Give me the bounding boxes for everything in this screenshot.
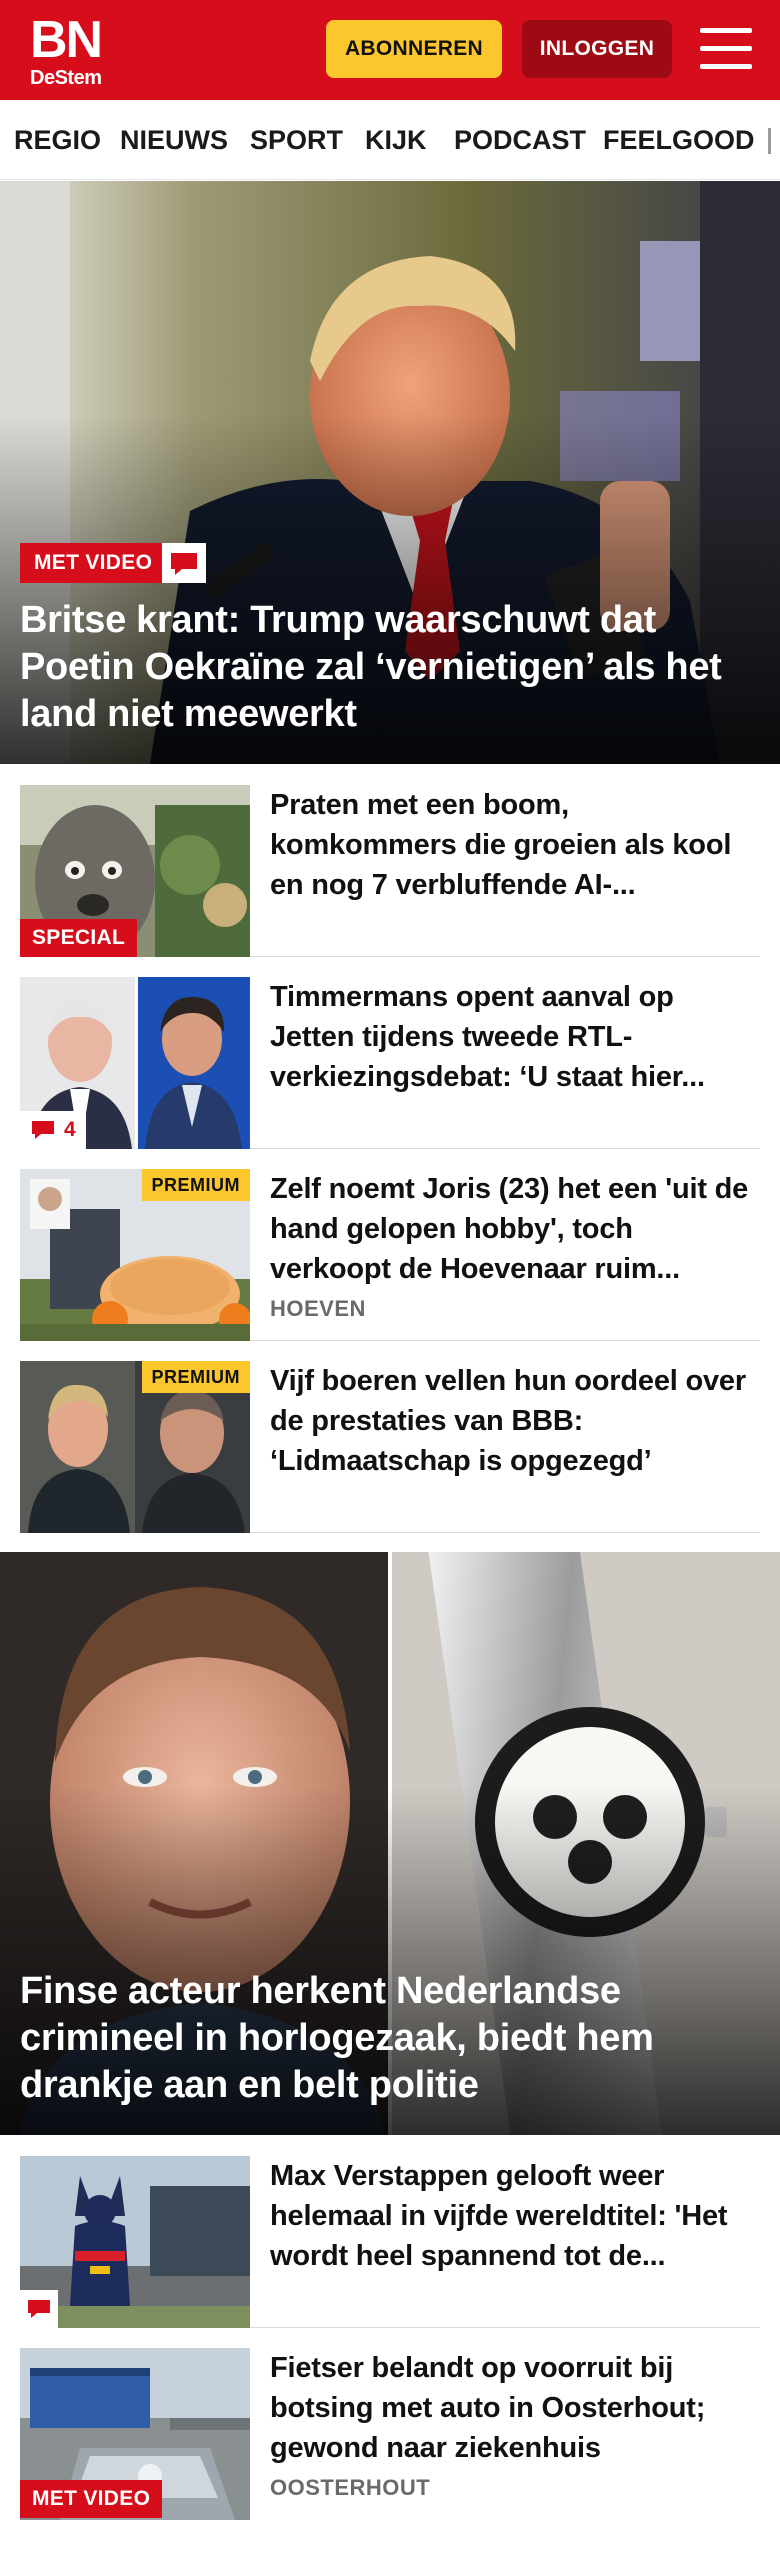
- comment-icon: [28, 2300, 50, 2318]
- video-badge: MET VIDEO: [20, 2480, 163, 2518]
- section-nav: REGIO NIEUWS SPORT KIJK PODCAST FEELGOOD: [0, 100, 780, 180]
- article-title[interactable]: Timmermans opent aanval op Jetten tijden…: [270, 977, 760, 1097]
- article-location: HOEVEN: [270, 1296, 366, 1321]
- nav-item-regio[interactable]: REGIO: [14, 100, 101, 179]
- comment-count: 4: [64, 1118, 76, 1141]
- article-title[interactable]: Zelf noemt Joris (23) het een 'uit de ha…: [270, 1169, 760, 1289]
- comment-icon: [32, 1121, 54, 1139]
- premium-label: PREMIUM: [141, 1361, 250, 1393]
- hero-article-trump[interactable]: MET VIDEO Britse krant: Trump waarschuwt…: [0, 181, 780, 764]
- login-button[interactable]: INLOGGEN: [522, 20, 672, 78]
- premium-label: PREMIUM: [141, 1169, 250, 1201]
- list-item[interactable]: MET VIDEO Fietser belandt op voorruit bi…: [20, 2348, 760, 2520]
- nav-item-sport[interactable]: SPORT: [250, 100, 343, 179]
- hamburger-menu-icon[interactable]: [700, 26, 752, 72]
- comment-count-badge[interactable]: 4: [20, 1111, 86, 1149]
- list-item[interactable]: Max Verstappen gelooft weer helemaal in …: [20, 2156, 760, 2328]
- site-header: BN DeStem ABONNEREN INLOGGEN: [0, 0, 780, 100]
- video-badge: MET VIDEO: [20, 543, 167, 583]
- comment-icon-glyph: [171, 553, 197, 575]
- list-item[interactable]: SPECIAL Praten met een boom, komkommers …: [20, 785, 760, 957]
- article-title[interactable]: Max Verstappen gelooft weer helemaal in …: [270, 2156, 760, 2276]
- nav-item-nieuws[interactable]: NIEUWS: [120, 100, 228, 179]
- logo-main: BN: [30, 11, 103, 69]
- nav-item-feelgood[interactable]: FEELGOOD: [603, 100, 755, 179]
- article-title[interactable]: Praten met een boom, komkommers die groe…: [270, 785, 760, 905]
- hero-title[interactable]: Britse krant: Trump waarschuwt dat Poeti…: [20, 597, 740, 738]
- list-item[interactable]: PREMIUM Zelf noemt Joris (23) het een 'u…: [20, 1169, 760, 1341]
- logo-sub: DeStem: [30, 67, 102, 89]
- nav-item-podcast[interactable]: PODCAST: [454, 100, 586, 179]
- subscribe-button[interactable]: ABONNEREN: [326, 20, 502, 78]
- site-logo[interactable]: BN DeStem: [30, 11, 103, 89]
- nav-item-kijk[interactable]: KIJK: [365, 100, 427, 179]
- comment-badge[interactable]: [20, 2290, 58, 2328]
- article-title[interactable]: Fietser belandt op voorruit bij botsing …: [270, 2348, 760, 2468]
- nav-overflow-indicator: [768, 128, 771, 154]
- hero-article-watch[interactable]: Finse acteur herkent Nederlandse crimine…: [0, 1552, 780, 2135]
- special-label: SPECIAL: [20, 919, 138, 957]
- list-item[interactable]: PREMIUM Vijf boeren vellen hun oordeel o…: [20, 1361, 760, 1533]
- comment-icon[interactable]: [162, 543, 206, 583]
- article-title[interactable]: Vijf boeren vellen hun oordeel over de p…: [270, 1361, 760, 1481]
- article-location: OOSTERHOUT: [270, 2475, 431, 2500]
- list-item[interactable]: 4 Timmermans opent aanval op Jetten tijd…: [20, 977, 760, 1149]
- hero-title[interactable]: Finse acteur herkent Nederlandse crimine…: [20, 1968, 740, 2109]
